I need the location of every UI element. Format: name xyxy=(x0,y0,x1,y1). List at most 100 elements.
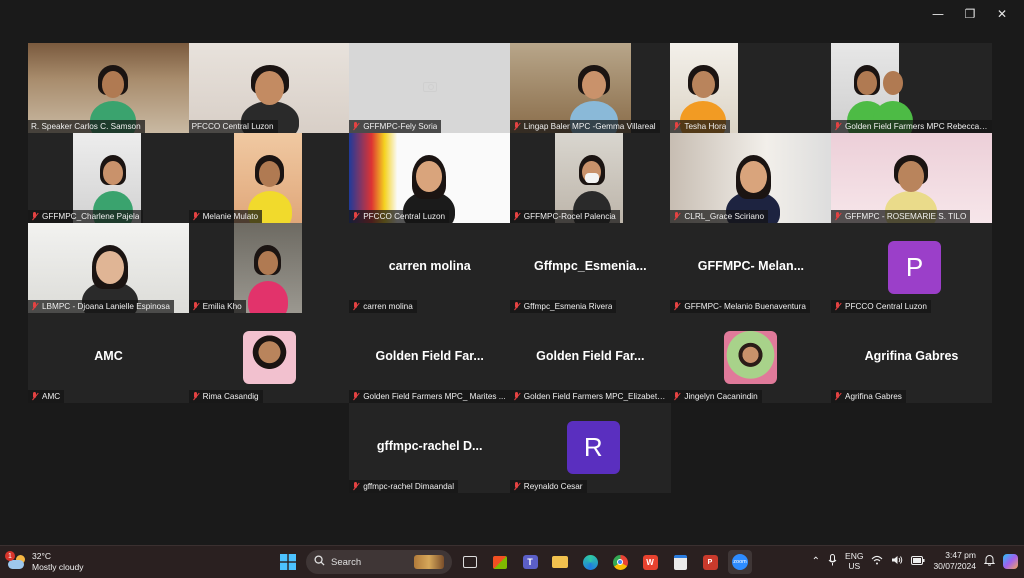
participant-name: carren molina xyxy=(363,302,413,311)
chrome-icon[interactable] xyxy=(608,550,632,574)
file-explorer-icon[interactable] xyxy=(548,550,572,574)
edge-icon[interactable] xyxy=(578,550,602,574)
participant-display-name: Golden Field Far... xyxy=(536,349,645,363)
speaker-icon[interactable] xyxy=(891,555,903,567)
mic-muted-icon xyxy=(352,482,360,491)
participant-tile[interactable]: Golden Field Far... Golden Field Farmers … xyxy=(349,313,511,403)
mic-muted-icon xyxy=(834,212,842,221)
participant-display-name: carren molina xyxy=(388,259,471,273)
participant-tile[interactable]: Tesha Hora xyxy=(670,43,832,133)
windows-taskbar: 1 32°C Mostly cloudy Search T W P zoom ⌃ xyxy=(0,545,1024,578)
participant-name: Gffmpc_Esmenia Rivera xyxy=(523,302,613,311)
participant-display-name: AMC xyxy=(94,349,123,363)
participant-name: Golden Field Farmers MPC_Elizabeth ... xyxy=(523,392,667,401)
participant-name: GFFMPC - ROSEMARIE S. TILO xyxy=(845,212,967,221)
participant-tile[interactable]: PFCCO Central Luzon xyxy=(188,43,350,133)
participant-tile[interactable]: Agrifina Gabres Agrifina Gabres xyxy=(831,313,992,403)
participant-name-label: Jingelyn Cacanindin xyxy=(670,390,762,403)
participant-name: GFFMPC_Charlene Pajela xyxy=(42,212,140,221)
participant-name-label: GFFMPC-Rocel Palencia xyxy=(509,210,620,223)
participant-tile[interactable]: gffmpc-rachel D... gffmpc-rachel Dimaanda… xyxy=(349,403,511,493)
language-indicator[interactable]: ENG US xyxy=(845,551,863,571)
participant-name: Reynaldo Cesar xyxy=(523,482,583,491)
participant-name: LBMPC - Djoana Lanielle Espinosa xyxy=(42,302,170,311)
participant-name-label: Agrifina Gabres xyxy=(831,390,906,403)
weather-temp: 32°C xyxy=(32,551,51,561)
participant-name: Lingap Baler MPC -Gemma Villareal xyxy=(523,122,656,131)
participant-tile[interactable]: Melanie Mulato xyxy=(188,133,350,223)
participant-name: gffmpc-rachel Dimaandal xyxy=(363,482,455,491)
battery-icon[interactable] xyxy=(911,555,925,567)
restore-button[interactable]: ❐ xyxy=(954,4,986,24)
search-placeholder: Search xyxy=(331,556,362,568)
participant-name-label: gffmpc-rachel Dimaandal xyxy=(349,480,459,493)
participant-name-label: PFCCO Central Luzon xyxy=(188,120,278,133)
participant-name-label: PFCCO Central Luzon xyxy=(349,210,450,223)
participant-tile[interactable]: PFCCO Central Luzon xyxy=(349,133,511,223)
weather-widget[interactable]: 1 32°C Mostly cloudy xyxy=(5,551,84,573)
participant-name: Emilia Kho xyxy=(202,302,242,311)
mic-muted-icon xyxy=(192,212,200,221)
participant-tile[interactable]: GFFMPC - ROSEMARIE S. TILO xyxy=(831,133,992,223)
mic-muted-icon xyxy=(513,212,521,221)
mic-muted-icon xyxy=(192,392,200,401)
participant-tile[interactable]: carren molina carren molina xyxy=(349,223,511,313)
minimize-button[interactable]: — xyxy=(922,4,954,24)
wps-pdf-icon[interactable]: P xyxy=(698,550,722,574)
participant-name-label: CLRL_Grace Sciriano xyxy=(670,210,769,223)
participant-name-label: GFFMPC - ROSEMARIE S. TILO xyxy=(831,210,971,223)
participant-name-label: GFFMPC-Fely Soria xyxy=(349,120,442,133)
notes-app-icon[interactable] xyxy=(668,550,692,574)
mic-muted-icon xyxy=(673,302,681,311)
teams-icon[interactable]: T xyxy=(518,550,542,574)
wps-office-icon[interactable]: W xyxy=(638,550,662,574)
clock[interactable]: 3:47 pm 30/07/2024 xyxy=(933,550,976,572)
participant-name: Golden Field Farmers MPC Rebecca ... xyxy=(845,122,988,131)
chevron-up-icon[interactable]: ⌃ xyxy=(812,556,820,567)
mic-muted-icon xyxy=(352,122,360,131)
microphone-icon[interactable] xyxy=(828,554,837,568)
participant-tile[interactable]: Jingelyn Cacanindin xyxy=(670,313,832,403)
participant-tile[interactable]: AMC AMC xyxy=(28,313,189,403)
task-view-icon[interactable] xyxy=(458,550,482,574)
zoom-app-icon[interactable]: zoom xyxy=(728,550,752,574)
mic-muted-icon xyxy=(834,122,842,131)
participant-name-label: Golden Field Farmers MPC_ Marites ... xyxy=(349,390,510,403)
participant-tile[interactable]: GFFMPC-Rocel Palencia xyxy=(509,133,671,223)
participant-tile[interactable]: R Reynaldo Cesar xyxy=(509,403,671,493)
notification-bell-icon[interactable] xyxy=(983,554,996,568)
participant-name-label: Lingap Baler MPC -Gemma Villareal xyxy=(509,120,660,133)
participant-tile[interactable]: Lingap Baler MPC -Gemma Villareal xyxy=(509,43,671,133)
participant-name: PFCCO Central Luzon xyxy=(845,302,927,311)
wifi-icon[interactable] xyxy=(871,555,883,567)
participant-tile[interactable]: P PFCCO Central Luzon xyxy=(831,223,992,313)
participant-tile[interactable]: LBMPC - Djoana Lanielle Espinosa xyxy=(28,223,189,313)
search-highlight-icon xyxy=(414,555,444,569)
taskbar-search-input[interactable]: Search xyxy=(306,550,452,574)
participant-tile[interactable]: Golden Field Farmers MPC Rebecca ... xyxy=(831,43,992,133)
participant-tile[interactable]: Golden Field Far... Golden Field Farmers … xyxy=(509,313,671,403)
microsoft-store-icon[interactable] xyxy=(488,550,512,574)
participant-name: Golden Field Farmers MPC_ Marites ... xyxy=(363,392,506,401)
mic-muted-icon xyxy=(834,302,842,311)
participant-name-label: AMC xyxy=(28,390,65,403)
participant-tile[interactable]: GFFMPC_Charlene Pajela xyxy=(28,133,189,223)
participant-tile[interactable]: GFFMPC- Melan... GFFMPC- Melanio Buenaven… xyxy=(670,223,832,313)
close-button[interactable]: ✕ xyxy=(986,4,1018,24)
participant-tile[interactable]: Gffmpc_Esmenia... Gffmpc_Esmenia Rivera xyxy=(509,223,671,313)
participant-tile[interactable]: GFFMPC-Fely Soria xyxy=(349,43,511,133)
participant-tile[interactable]: R. Speaker Carlos C. Samson xyxy=(28,43,189,133)
participant-tile[interactable]: Emilia Kho xyxy=(188,223,350,313)
participant-tile[interactable]: Rima Casandig xyxy=(188,313,350,403)
mic-muted-icon xyxy=(513,392,521,401)
camera-blocked-icon xyxy=(422,82,437,92)
participant-name: PFCCO Central Luzon xyxy=(191,122,274,131)
participant-name-label: Rima Casandig xyxy=(188,390,263,403)
participant-name: Tesha Hora xyxy=(684,122,727,131)
taskbar-apps: Search T W P zoom xyxy=(276,550,752,574)
copilot-icon[interactable] xyxy=(1003,553,1018,569)
participant-tile[interactable]: CLRL_Grace Sciriano xyxy=(670,133,832,223)
windows-start-icon[interactable] xyxy=(276,550,300,574)
participant-display-name: GFFMPC- Melan... xyxy=(697,259,805,273)
participant-name-label: LBMPC - Djoana Lanielle Espinosa xyxy=(28,300,174,313)
